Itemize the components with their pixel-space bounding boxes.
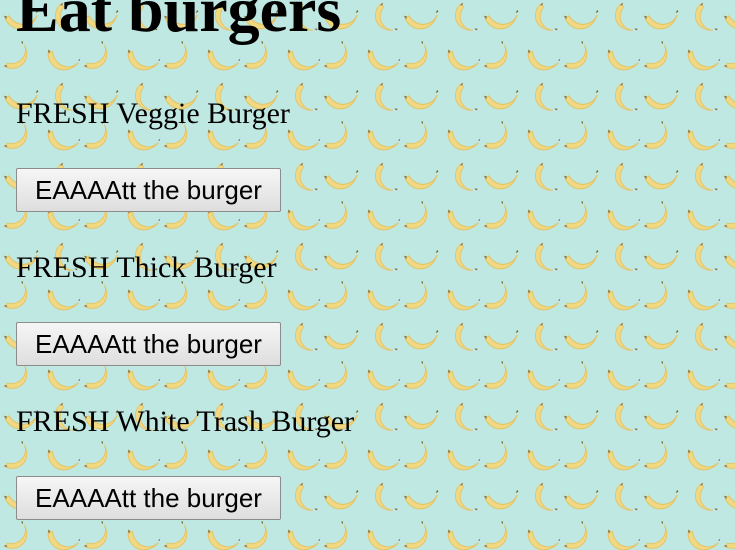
burger-name-thick: FRESH Thick Burger [16,251,277,284]
page-content: Eat burgers FRESH Veggie Burger EAAAAtt … [0,0,735,550]
burger-name-white-trash: FRESH White Trash Burger [16,405,355,438]
eat-burger-button-thick[interactable]: EAAAAtt the burger [16,322,281,366]
page-title: Eat burgers [16,0,342,45]
burger-name-veggie: FRESH Veggie Burger [16,97,290,130]
eat-burger-button-white-trash[interactable]: EAAAAtt the burger [16,476,281,520]
eat-burger-button-veggie[interactable]: EAAAAtt the burger [16,168,281,212]
